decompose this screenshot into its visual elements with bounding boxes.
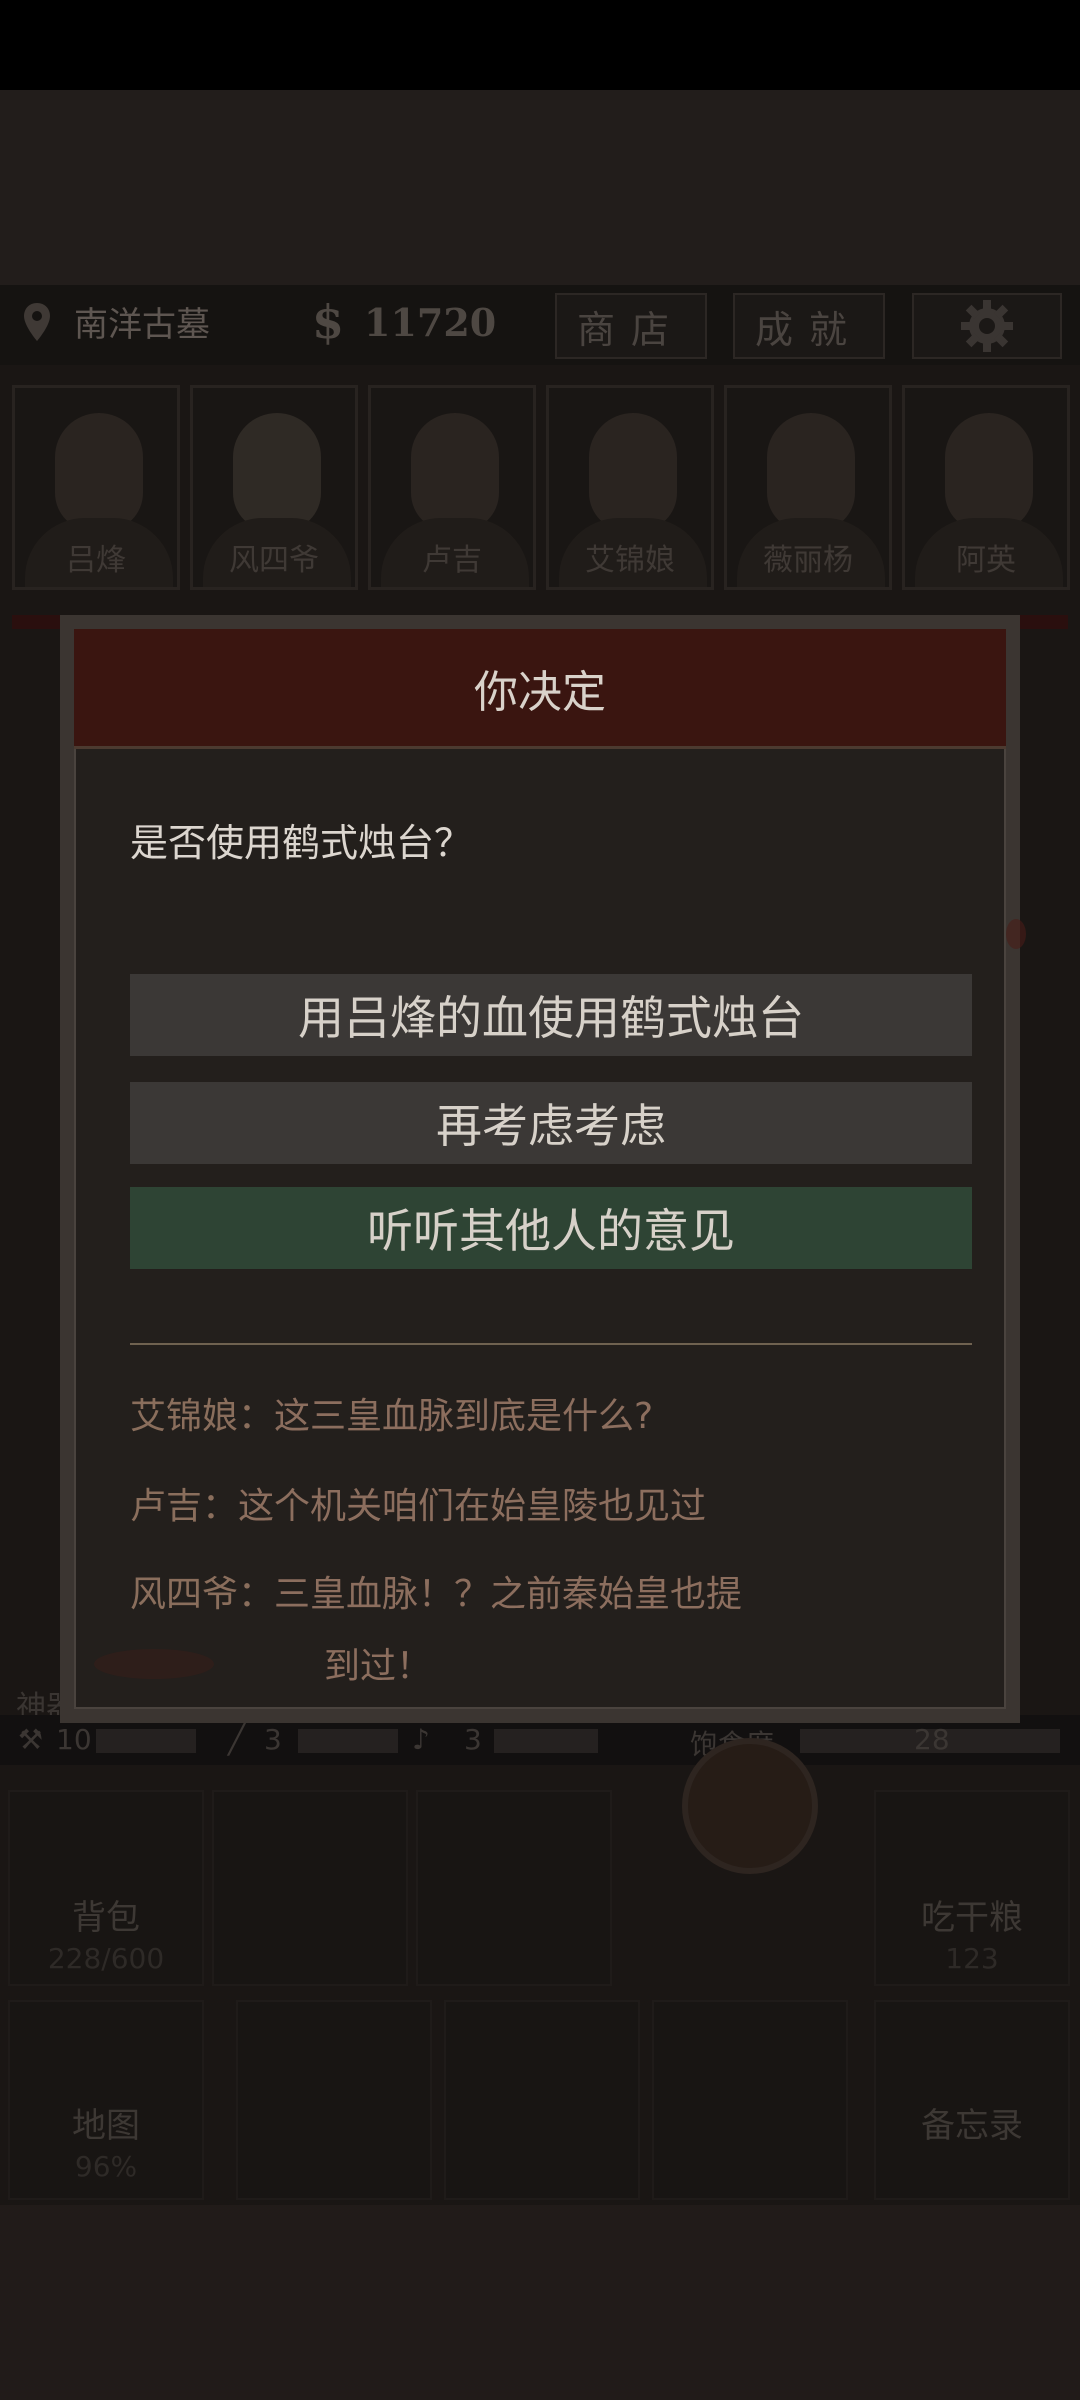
- character-name: 吕烽: [66, 543, 126, 578]
- character-portrait[interactable]: 艾锦娘: [546, 385, 714, 590]
- portrait-face: [233, 413, 321, 531]
- location-name: 南洋古墓: [74, 305, 210, 345]
- action-grid: 背包 228/600 吃干粮 123 地图 96% 备忘录: [0, 1790, 1080, 2205]
- portrait-face: [767, 413, 855, 531]
- tool3-bar: [494, 1729, 598, 1753]
- character-portrait[interactable]: 薇丽杨: [724, 385, 892, 590]
- character-name: 阿英: [956, 543, 1016, 578]
- dialog-title: 你决定: [74, 629, 1006, 749]
- character-name: 风四爷: [229, 543, 319, 578]
- dialog-question: 是否使用鹤式烛台？: [130, 821, 473, 865]
- comment-text: 这三皇血脉到底是什么?: [274, 1396, 654, 1437]
- option-ask-others-button[interactable]: 听听其他人的意见: [130, 1187, 972, 1269]
- character-name: 艾锦娘: [585, 543, 675, 578]
- eat-label: 吃干粮: [921, 1898, 1023, 1938]
- spade-icon: ♪: [412, 1723, 430, 1756]
- map-button[interactable]: 地图 96%: [8, 2000, 204, 2200]
- health-bar: [12, 615, 62, 629]
- character-portrait[interactable]: 卢吉: [368, 385, 536, 590]
- portrait-face: [411, 413, 499, 531]
- decision-dialog: 你决定 是否使用鹤式烛台？ 用吕烽的血使用鹤式烛台 再考虑考虑 听听其他人的意见…: [60, 615, 1026, 1723]
- gear-icon: [961, 300, 1013, 352]
- bag-count: 228/600: [47, 1942, 165, 1975]
- portrait-face: [589, 413, 677, 531]
- dollar-icon: $: [312, 295, 345, 349]
- bag-button[interactable]: 背包 228/600: [8, 1790, 204, 1986]
- grid-tile[interactable]: [416, 1790, 612, 1986]
- hud-bar: 南洋古墓 $ 11720 商店 成就: [0, 285, 1080, 365]
- comment-text: 这个机关咱们在始皇陵也见过: [238, 1486, 707, 1527]
- blood-stain: [1006, 919, 1026, 949]
- character-portraits: 吕烽 风四爷 卢吉 艾锦娘 薇丽杨 阿英: [0, 385, 1080, 590]
- comment: 卢吉：这个机关咱们在始皇陵也见过: [130, 1471, 972, 1543]
- navigation-bar: [0, 2205, 1080, 2400]
- grid-tile[interactable]: [236, 2000, 432, 2200]
- comment-text-continued: 到过！: [324, 1646, 433, 1687]
- comment: 风四爷：三皇血脉！？之前秦始皇也提 到过！: [130, 1559, 972, 1707]
- option-use-blood-button[interactable]: 用吕烽的血使用鹤式烛台: [130, 974, 972, 1056]
- grid-tile[interactable]: [212, 1790, 408, 1986]
- money-display: $ 11720: [312, 295, 496, 349]
- location: 南洋古墓: [22, 297, 210, 346]
- comment-speaker: 卢吉：: [130, 1486, 239, 1527]
- tool1-bar: [96, 1729, 196, 1753]
- portrait-face: [945, 413, 1033, 531]
- eat-count: 123: [945, 1942, 999, 1975]
- location-pin-icon: [24, 302, 50, 341]
- divider: [130, 1343, 972, 1345]
- shop-button[interactable]: 商店: [555, 293, 707, 359]
- status-bar: [0, 0, 1080, 90]
- tool1-count: 10: [56, 1723, 92, 1756]
- character-portrait[interactable]: 风四爷: [190, 385, 358, 590]
- money-amount: 11720: [364, 299, 497, 345]
- map-label: 地图: [72, 2106, 140, 2146]
- character-name: 卢吉: [422, 543, 482, 578]
- header-banner: [0, 90, 1080, 285]
- character-name: 薇丽杨: [763, 543, 853, 578]
- tool3-count: 3: [464, 1723, 482, 1756]
- pick-icon: ╱: [228, 1723, 245, 1756]
- map-percent: 96%: [74, 2150, 138, 2183]
- comment-speaker: 风四爷：: [130, 1574, 275, 1615]
- hand-icon[interactable]: [682, 1738, 818, 1874]
- settings-button[interactable]: [912, 293, 1062, 359]
- eat-rations-button[interactable]: 吃干粮 123: [874, 1790, 1070, 1986]
- achievements-button[interactable]: 成就: [733, 293, 885, 359]
- hunger-value: 28: [914, 1723, 950, 1756]
- option-reconsider-button[interactable]: 再考虑考虑: [130, 1082, 972, 1164]
- tool2-count: 3: [264, 1723, 282, 1756]
- character-portrait[interactable]: 阿英: [902, 385, 1070, 590]
- memo-label: 备忘录: [921, 2106, 1023, 2146]
- portrait-face: [55, 413, 143, 531]
- shovel-icon: ⚒: [18, 1723, 44, 1756]
- character-portrait[interactable]: 吕烽: [12, 385, 180, 590]
- comment: 艾锦娘：这三皇血脉到底是什么?: [130, 1381, 972, 1453]
- tool2-bar: [298, 1729, 398, 1753]
- memo-button[interactable]: 备忘录: [874, 2000, 1070, 2200]
- grid-tile[interactable]: [444, 2000, 640, 2200]
- bag-label: 背包: [72, 1898, 140, 1938]
- health-bar: [1020, 615, 1068, 629]
- comment-speaker: 艾锦娘：: [130, 1396, 275, 1437]
- grid-tile[interactable]: [652, 2000, 848, 2200]
- comment-text: 三皇血脉！？之前秦始皇也提: [274, 1574, 743, 1615]
